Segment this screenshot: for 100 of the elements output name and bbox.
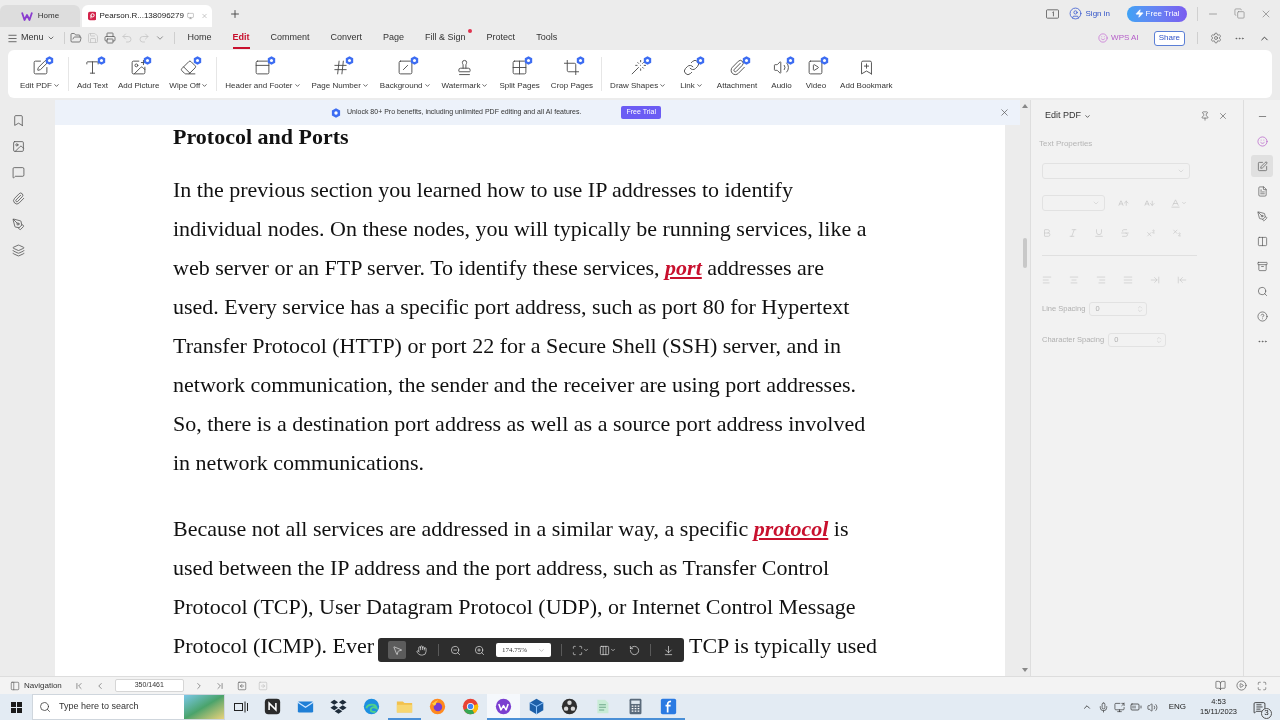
taskbar-app[interactable] [487, 694, 520, 720]
ribbon-button[interactable]: Edit PDF [20, 57, 60, 91]
notepad-icon [594, 697, 611, 715]
document-tab[interactable]: Pearson.R...138096279 [82, 5, 212, 27]
comment-icon[interactable] [12, 166, 25, 179]
rotate-icon[interactable] [629, 644, 640, 656]
last-page-icon[interactable] [214, 680, 225, 691]
thumbnail-icon[interactable] [12, 140, 25, 153]
paragraph: Because not all services are addressed in a similar way, a specific protocol is used between the IP address and the port address, such as Transfer Control Protocol (TCP), User Datagram Protocol (UDP), or Internet Control Message [173, 515, 856, 621]
fullscreen-icon[interactable] [1257, 680, 1267, 691]
tool-button[interactable] [388, 641, 406, 659]
fit-page-icon[interactable] [572, 644, 583, 656]
page-count-icon[interactable] [1045, 8, 1059, 19]
menu-tab[interactable]: Page [383, 27, 405, 49]
share-button[interactable]: Share [1153, 30, 1185, 46]
ribbon-button[interactable]: Add Bookmark [840, 57, 893, 91]
printer-icon[interactable] [103, 32, 116, 44]
tab-label: Pearson.R...138096279 [99, 10, 184, 22]
start-icon[interactable] [11, 701, 22, 713]
speaker-icon [773, 58, 791, 76]
search-icon [39, 701, 51, 713]
pin-icon[interactable] [1200, 111, 1210, 121]
ribbon-button[interactable]: Audio [771, 57, 792, 91]
caret-icon [610, 647, 616, 653]
document-icon [1256, 185, 1268, 197]
search-bar[interactable]: Type here to search [32, 694, 225, 720]
paperclip-icon [728, 58, 746, 76]
caret-icon [583, 647, 589, 653]
scrollbar-thumb[interactable] [1023, 238, 1027, 268]
ribbon-button[interactable]: Draw Shapes [610, 57, 667, 91]
round-logo-icon [495, 697, 512, 715]
speaker-icon[interactable] [1146, 701, 1158, 713]
ribbon-button[interactable]: Header and Footer [225, 57, 301, 91]
close-icon[interactable] [1218, 111, 1228, 121]
layers-icon[interactable] [12, 244, 25, 257]
menu-tab[interactable]: Fill & Sign [425, 27, 466, 49]
menu-tab[interactable]: Comment [270, 27, 310, 49]
pen-icon[interactable] [12, 218, 25, 231]
collapse-toolbar-icon[interactable] [663, 644, 674, 656]
monitor-icon [186, 11, 194, 21]
font-color-icon[interactable] [1170, 197, 1181, 209]
picture-icon [130, 58, 148, 76]
navigation-button[interactable]: Navigation [10, 679, 62, 692]
menu-button[interactable]: Menu [7, 31, 55, 45]
ribbon-button[interactable]: Add Picture [118, 57, 160, 91]
bookmark-icon[interactable] [12, 114, 25, 127]
more-caret-icon[interactable] [154, 33, 165, 43]
zoom-in-icon[interactable] [474, 644, 485, 656]
ribbon-button[interactable]: Link [680, 57, 703, 91]
aperture-circle-icon [561, 697, 578, 715]
help-icon [1256, 310, 1268, 322]
menu-tab[interactable]: Protect [486, 27, 516, 49]
ribbon-button[interactable]: Attachment [716, 57, 758, 91]
app-logo-icon [20, 11, 33, 21]
text-fragment: Protocol (ICMP). Ever [173, 632, 375, 660]
book-icon[interactable] [1215, 680, 1226, 691]
ribbon-button[interactable]: Video [805, 57, 827, 91]
ribbon-button[interactable]: Add Text [77, 57, 108, 91]
ribbon-button[interactable]: Background [379, 57, 431, 91]
play-icon[interactable] [1236, 680, 1247, 691]
menu-tab[interactable]: Tools [536, 27, 558, 49]
letter-tile-icon [660, 697, 677, 715]
microphone-icon[interactable] [1097, 701, 1109, 713]
search-field[interactable]: Type here to search [59, 700, 169, 714]
zoom-out-icon[interactable] [450, 644, 461, 656]
tab-label: Home [37, 10, 60, 22]
document-tab[interactable]: Home [0, 5, 80, 27]
new-tab-icon[interactable] [229, 7, 241, 20]
scroll-down-icon[interactable] [1022, 668, 1028, 672]
first-page-icon[interactable] [73, 680, 84, 691]
caret-icon [538, 646, 545, 654]
folder-icon[interactable] [69, 32, 82, 44]
lightning-icon [1134, 9, 1144, 18]
close-icon[interactable] [999, 107, 1010, 118]
notification-icon[interactable] [1253, 700, 1266, 714]
scroll-up-icon[interactable] [1022, 104, 1028, 108]
task-view-icon[interactable] [233, 701, 248, 713]
ribbon-button[interactable]: Split Pages [499, 57, 540, 91]
language-indicator[interactable]: ENG [1168, 701, 1186, 713]
caret-icon [46, 34, 55, 42]
flame-circle-icon [429, 697, 446, 715]
side-tool-button[interactable] [1251, 155, 1273, 177]
settings-icon[interactable] [1210, 32, 1222, 44]
sign-in-button[interactable]: Sign in [1068, 7, 1110, 20]
paperclip-icon[interactable] [12, 192, 25, 205]
page-layout-icon[interactable] [599, 644, 610, 656]
ribbon-button[interactable]: Crop Pages [550, 57, 594, 91]
chevron-up-icon[interactable] [1081, 702, 1092, 712]
menu-tab[interactable]: Convert [330, 27, 363, 49]
ribbon-button[interactable]: Wipe Off [169, 57, 209, 91]
screen-icon[interactable] [1113, 701, 1125, 713]
ribbon-button[interactable]: Watermark [441, 57, 489, 91]
ai-button[interactable]: WPS AI [1098, 32, 1139, 44]
free-trial-button[interactable]: Free Trial [1127, 5, 1187, 22]
ribbon-button[interactable]: Page Number [311, 57, 369, 91]
menu-tab[interactable]: Home [187, 27, 212, 49]
battery-icon[interactable] [1129, 701, 1142, 713]
restore-icon[interactable] [1234, 8, 1245, 19]
landscape-illustration [184, 695, 224, 719]
hexagon-badge-icon [331, 107, 341, 118]
